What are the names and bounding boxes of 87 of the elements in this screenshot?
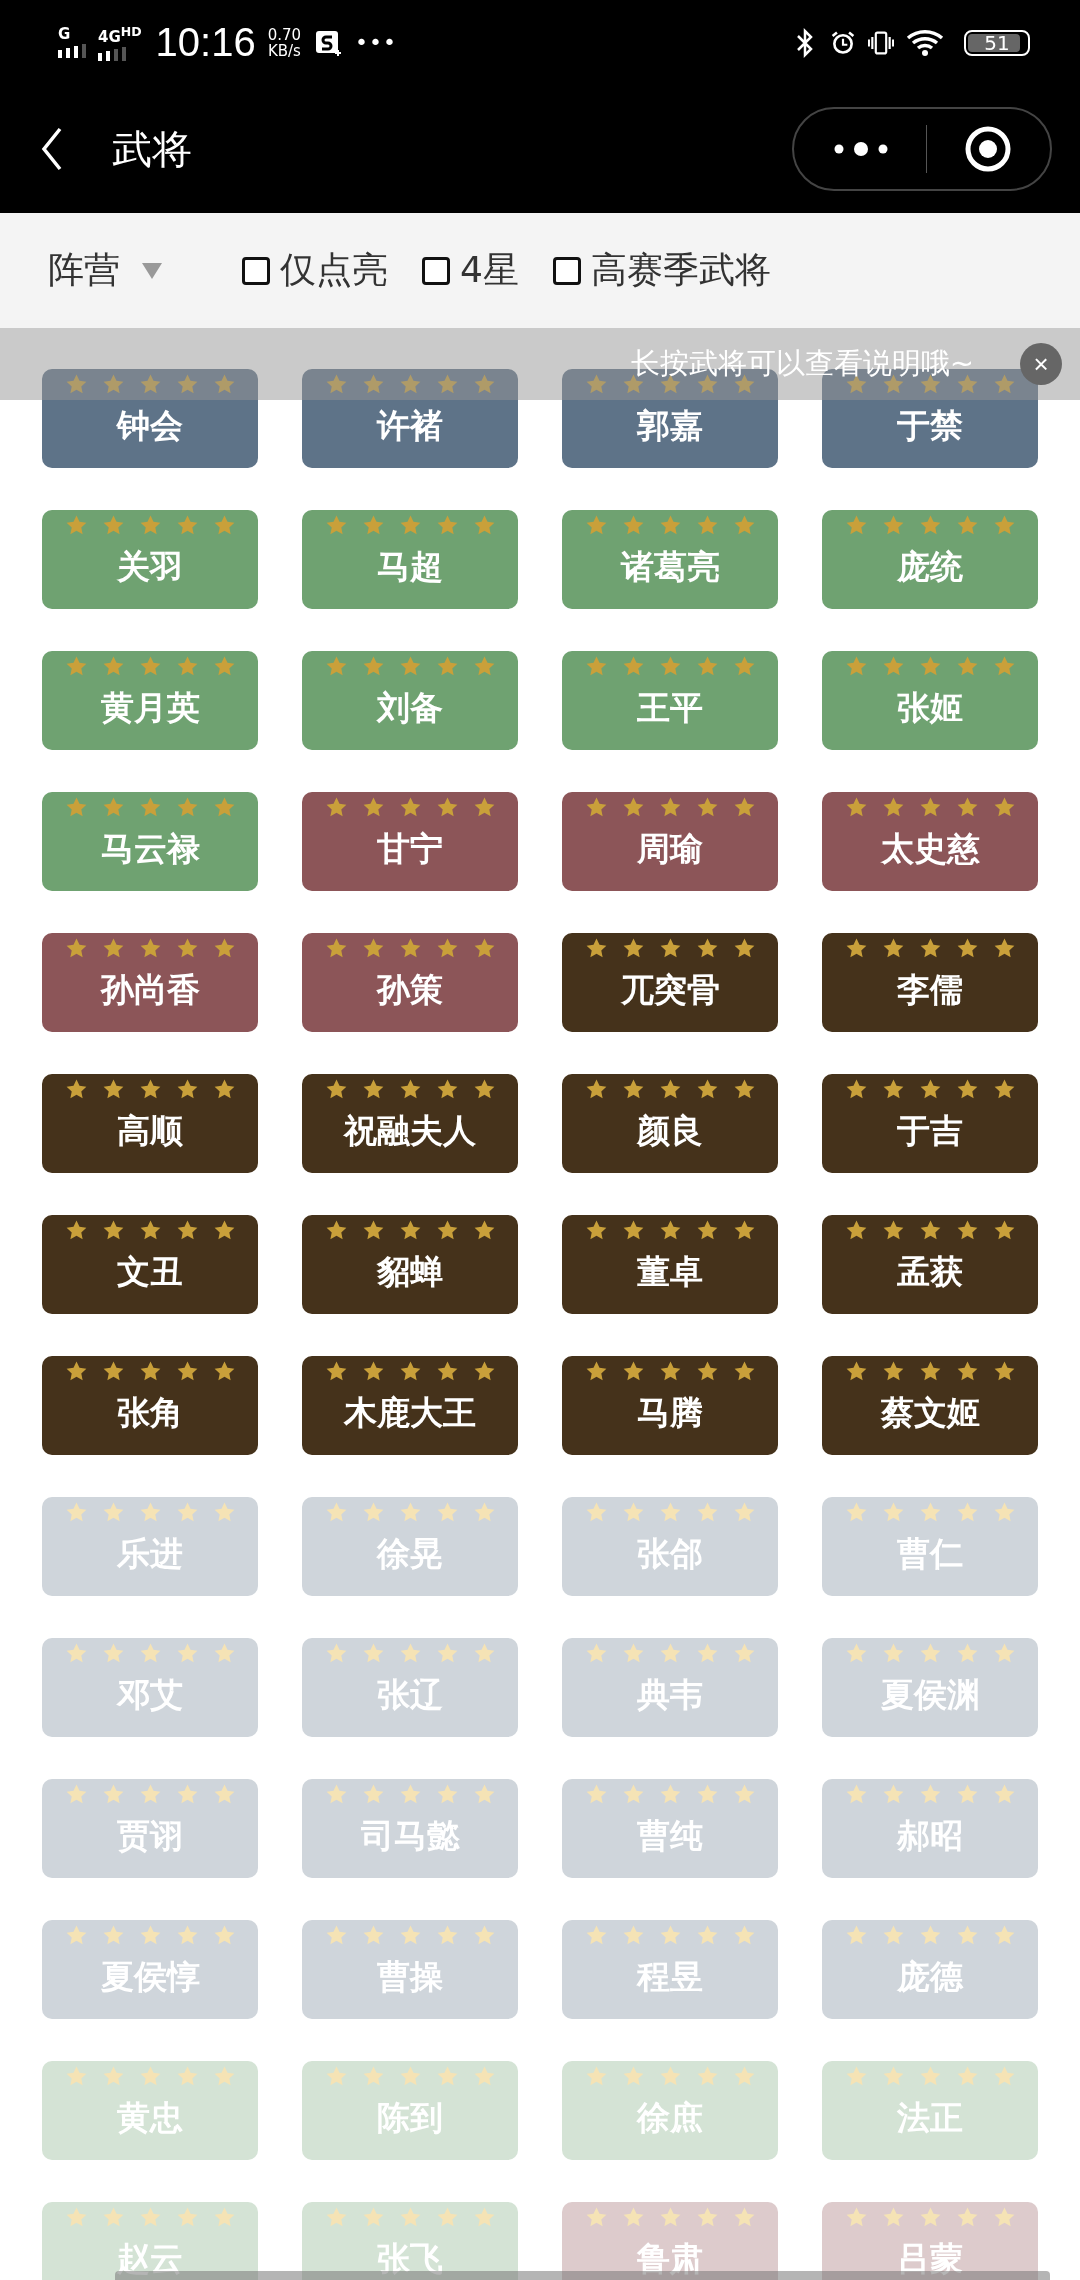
general-card[interactable]: 太史慈 bbox=[822, 792, 1038, 891]
general-card[interactable]: 马超 bbox=[302, 510, 518, 609]
checkbox[interactable] bbox=[422, 256, 450, 285]
wifi-icon bbox=[906, 27, 946, 58]
general-name: 郭嘉 bbox=[637, 406, 703, 446]
general-name: 周瑜 bbox=[637, 829, 703, 869]
faction-dropdown[interactable]: 阵营 bbox=[48, 246, 162, 295]
general-card[interactable]: 颜良 bbox=[562, 1074, 778, 1173]
general-card[interactable]: 黄月英 bbox=[42, 651, 258, 750]
general-card[interactable]: 刘备 bbox=[302, 651, 518, 750]
general-name: 张角 bbox=[117, 1393, 183, 1433]
general-name: 钟会 bbox=[117, 406, 183, 446]
general-name: 蔡文姬 bbox=[880, 1393, 980, 1433]
general-card[interactable]: 貂蝉 bbox=[302, 1215, 518, 1314]
caret-icon bbox=[142, 262, 162, 279]
general-card[interactable]: 甘宁 bbox=[302, 792, 518, 891]
general-name: 庞统 bbox=[897, 547, 963, 587]
filter-checkbox[interactable]: 高赛季武将 bbox=[552, 246, 771, 295]
general-name: 马腾 bbox=[637, 1393, 703, 1433]
close-button[interactable]: × bbox=[1020, 343, 1062, 385]
network-label: 4G$^{HD}$ bbox=[98, 24, 142, 45]
checkbox[interactable] bbox=[552, 256, 581, 285]
general-card[interactable]: 木鹿大王 bbox=[302, 1356, 518, 1455]
more-indicator: ••• bbox=[355, 30, 398, 55]
back-icon[interactable] bbox=[40, 127, 64, 171]
general-name: 马云禄 bbox=[100, 829, 200, 869]
general-card[interactable]: 孙尚香 bbox=[42, 933, 258, 1032]
general-card[interactable]: 文丑 bbox=[42, 1215, 258, 1314]
signal-icon bbox=[98, 47, 126, 61]
general-card[interactable]: 钟会 bbox=[42, 369, 258, 468]
general-name: 黄月英 bbox=[100, 688, 200, 728]
general-name: 王平 bbox=[637, 688, 703, 728]
general-card[interactable]: 诸葛亮 bbox=[562, 510, 778, 609]
checkbox[interactable] bbox=[242, 256, 270, 285]
general-card[interactable]: 张姬 bbox=[822, 651, 1038, 750]
filter-checkbox[interactable]: 4星 bbox=[422, 246, 519, 295]
signal-icon bbox=[58, 44, 86, 58]
general-name: 于禁 bbox=[897, 406, 963, 446]
general-card[interactable]: 王平 bbox=[562, 651, 778, 750]
general-name: 孟获 bbox=[897, 1252, 963, 1292]
general-card[interactable]: 蔡文姬 bbox=[822, 1356, 1038, 1455]
general-card[interactable]: 兀突骨 bbox=[562, 933, 778, 1032]
filter-checkbox[interactable]: 仅点亮 bbox=[242, 246, 388, 295]
more-icon[interactable] bbox=[832, 141, 889, 157]
general-name: 马超 bbox=[377, 547, 443, 587]
general-name: 许褚 bbox=[377, 406, 443, 446]
checkbox-label: 高赛季武将 bbox=[590, 248, 771, 292]
general-name: 文丑 bbox=[117, 1252, 183, 1292]
speed-unit: KB/s bbox=[267, 42, 301, 59]
general-name: 刘备 bbox=[377, 688, 443, 728]
general-card[interactable]: 董卓 bbox=[562, 1215, 778, 1314]
general-card[interactable]: 张角 bbox=[42, 1356, 258, 1455]
general-card[interactable]: 马腾 bbox=[562, 1356, 778, 1455]
general-card[interactable]: 于吉 bbox=[822, 1074, 1038, 1173]
general-name: 兀突骨 bbox=[620, 970, 720, 1010]
general-card[interactable]: 祝融夫人 bbox=[302, 1074, 518, 1173]
checkbox-label: 4星 bbox=[460, 248, 519, 292]
general-name: 董卓 bbox=[637, 1252, 703, 1292]
general-name: 颜良 bbox=[637, 1111, 703, 1151]
general-name: 甘宁 bbox=[377, 829, 443, 869]
general-card[interactable]: 周瑜 bbox=[562, 792, 778, 891]
general-card[interactable]: 关羽 bbox=[42, 510, 258, 609]
general-name: 诸葛亮 bbox=[620, 547, 720, 587]
network-label: G bbox=[58, 27, 71, 42]
general-name: 孙尚香 bbox=[100, 970, 200, 1010]
general-name: 于吉 bbox=[897, 1111, 963, 1151]
general-name: 张姬 bbox=[897, 688, 963, 728]
network-speed: 0.70 bbox=[267, 26, 302, 43]
general-card[interactable]: 高顺 bbox=[42, 1074, 258, 1173]
clock-time: 10:16 bbox=[155, 20, 256, 65]
general-name: 祝融夫人 bbox=[344, 1111, 476, 1151]
checkbox-label: 仅点亮 bbox=[280, 248, 388, 292]
general-name: 木鹿大王 bbox=[344, 1393, 476, 1433]
general-name: 关羽 bbox=[117, 547, 183, 587]
general-card[interactable]: 庞统 bbox=[822, 510, 1038, 609]
general-name: 孙策 bbox=[377, 970, 443, 1010]
general-card[interactable]: 孙策 bbox=[302, 933, 518, 1032]
general-card[interactable]: 马云禄 bbox=[42, 792, 258, 891]
general-name: 貂蝉 bbox=[377, 1252, 443, 1292]
general-name: 李儒 bbox=[897, 970, 963, 1010]
general-card[interactable]: 孟获 bbox=[822, 1215, 1038, 1314]
general-name: 太史慈 bbox=[880, 829, 980, 869]
general-name: 高顺 bbox=[117, 1111, 183, 1151]
general-card[interactable]: 李儒 bbox=[822, 933, 1038, 1032]
general-card[interactable]: 许褚 bbox=[302, 369, 518, 468]
battery-icon: 51 bbox=[964, 29, 1030, 56]
page-title: 武将 bbox=[112, 124, 193, 174]
